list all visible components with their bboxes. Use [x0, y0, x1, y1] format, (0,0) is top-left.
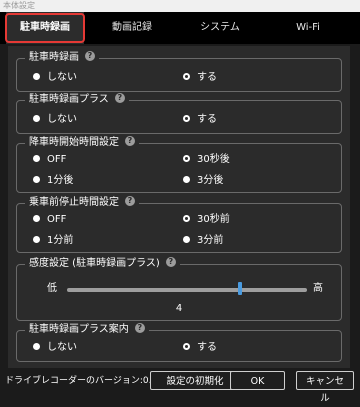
start-time-group: 降車時開始時間設定? OFF 30秒後 1分後 3分後: [16, 136, 342, 193]
start-time-legend: 降車時開始時間設定?: [25, 136, 139, 150]
slider-high-label: 高: [313, 283, 323, 294]
tab-wifi[interactable]: Wi-Fi: [268, 12, 348, 44]
parking-recording-title: 駐車時録画: [29, 52, 79, 63]
slider-low-label: 低: [47, 283, 57, 294]
option-label: する: [197, 114, 217, 125]
help-icon[interactable]: ?: [134, 323, 145, 333]
stop-time-group: 乗車前停止時間設定? OFF 30秒前 1分前 3分前: [16, 196, 342, 253]
sensitivity-slider-thumb[interactable]: [237, 282, 242, 295]
sensitivity-value: 4: [175, 303, 183, 314]
guide-on-option[interactable]: する: [183, 341, 217, 355]
sensitivity-title: 感度設定 (駐車時録画プラス): [29, 258, 160, 269]
guide-group: 駐車時録画プラス案内? しない する: [16, 323, 342, 362]
guide-title: 駐車時録画プラス案内: [29, 324, 129, 335]
tab-video-recording[interactable]: 動画記録: [92, 12, 172, 44]
radio-unselected-icon[interactable]: [183, 236, 190, 243]
option-label: しない: [47, 72, 77, 83]
window-title: 本体設定: [3, 1, 35, 10]
guide-legend: 駐車時録画プラス案内?: [25, 323, 149, 337]
help-icon[interactable]: ?: [85, 51, 95, 61]
radio-unselected-icon[interactable]: [33, 343, 40, 350]
parking-plus-group: 駐車時録画プラス? しない する: [16, 93, 342, 134]
radio-selected-icon[interactable]: [183, 115, 190, 122]
settings-panel: 駐車時録画? しない する 駐車時録画プラス? しない する 降車時開始時間設定…: [8, 46, 350, 368]
option-label: する: [197, 342, 217, 353]
ok-button[interactable]: OK: [230, 371, 285, 390]
radio-selected-icon[interactable]: [183, 215, 190, 222]
stop-time-3m-option[interactable]: 3分前: [183, 234, 223, 248]
radio-selected-icon[interactable]: [183, 73, 190, 80]
option-label: しない: [47, 342, 77, 353]
parking-plus-legend: 駐車時録画プラス?: [25, 93, 129, 107]
tab-system[interactable]: システム: [180, 12, 260, 44]
radio-selected-icon[interactable]: [183, 343, 190, 350]
option-label: OFF: [47, 214, 67, 225]
reset-settings-button[interactable]: 設定の初期化: [150, 371, 240, 390]
radio-unselected-icon[interactable]: [33, 155, 40, 162]
radio-selected-icon[interactable]: [183, 155, 190, 162]
start-time-off-option[interactable]: OFF: [33, 153, 66, 167]
guide-off-option[interactable]: しない: [33, 341, 77, 355]
help-icon[interactable]: ?: [125, 196, 135, 206]
sensitivity-legend: 感度設定 (駐車時録画プラス)?: [25, 257, 180, 271]
stop-time-30s-option[interactable]: 30秒前: [183, 213, 230, 227]
radio-unselected-icon[interactable]: [183, 176, 190, 183]
firmware-version-text: ドライブレコーダーのバージョン:0.28: [5, 376, 163, 386]
stop-time-off-option[interactable]: OFF: [33, 213, 66, 227]
stop-time-title: 乗車前停止時間設定: [29, 197, 119, 208]
title-bar: 本体設定: [0, 0, 360, 12]
parking-recording-group: 駐車時録画? しない する: [16, 51, 342, 92]
parking-plus-on-option[interactable]: する: [183, 113, 217, 127]
parking-recording-off-option[interactable]: しない: [33, 71, 77, 85]
radio-unselected-icon[interactable]: [33, 73, 40, 80]
option-label: 1分前: [47, 235, 74, 246]
radio-unselected-icon[interactable]: [33, 215, 40, 222]
parking-recording-on-option[interactable]: する: [183, 71, 217, 85]
option-label: 30秒前: [197, 214, 230, 225]
sensitivity-slider-track[interactable]: [67, 288, 307, 292]
option-label: する: [197, 72, 217, 83]
parking-plus-title: 駐車時録画プラス: [29, 94, 109, 105]
radio-unselected-icon[interactable]: [33, 176, 40, 183]
tab-bar: 駐車時録画 動画記録 システム Wi-Fi: [0, 12, 360, 44]
option-label: 3分前: [197, 235, 224, 246]
tab-parking-recording[interactable]: 駐車時録画: [6, 12, 84, 44]
stop-time-legend: 乗車前停止時間設定?: [25, 196, 139, 210]
option-label: しない: [47, 114, 77, 125]
option-label: OFF: [47, 154, 67, 165]
radio-unselected-icon[interactable]: [33, 115, 40, 122]
start-time-1m-option[interactable]: 1分後: [33, 174, 73, 188]
parking-recording-legend: 駐車時録画?: [25, 51, 99, 65]
parking-plus-off-option[interactable]: しない: [33, 113, 77, 127]
radio-unselected-icon[interactable]: [33, 236, 40, 243]
start-time-3m-option[interactable]: 3分後: [183, 174, 223, 188]
sensitivity-group: 感度設定 (駐車時録画プラス)? 低 高 4: [16, 257, 342, 321]
help-icon[interactable]: ?: [165, 257, 176, 267]
option-label: 3分後: [197, 175, 224, 186]
help-icon[interactable]: ?: [125, 136, 135, 146]
option-label: 1分後: [47, 175, 74, 186]
cancel-button[interactable]: キャンセル: [296, 371, 354, 404]
option-label: 30秒後: [197, 154, 230, 165]
start-time-title: 降車時開始時間設定: [29, 137, 119, 148]
help-icon[interactable]: ?: [114, 93, 125, 103]
stop-time-1m-option[interactable]: 1分前: [33, 234, 73, 248]
start-time-30s-option[interactable]: 30秒後: [183, 153, 230, 167]
